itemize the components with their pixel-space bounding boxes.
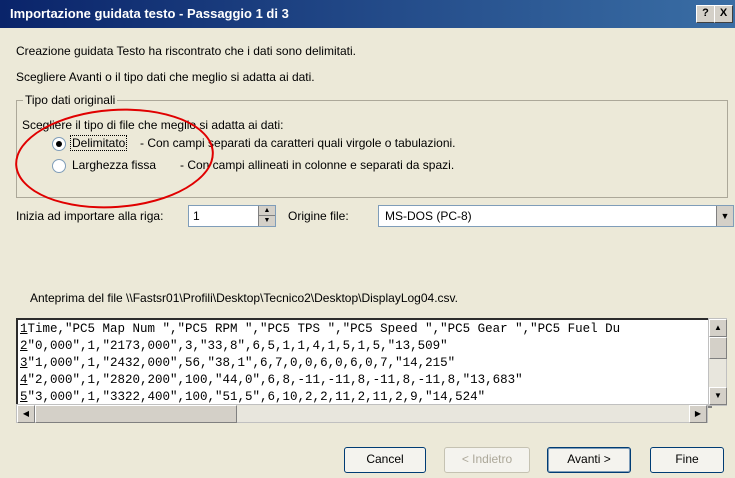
next-button[interactable]: Avanti > xyxy=(547,447,631,473)
preview-row: 3"1,000",1,"2432,000",56,"38,1",6,7,0,0,… xyxy=(20,356,706,370)
cancel-button[interactable]: Cancel xyxy=(344,447,426,473)
row-text: "0,000",1,"2173,000",3,"33,8",6,5,1,1,4,… xyxy=(27,339,448,353)
scroll-right-icon[interactable]: ▶ xyxy=(689,405,707,423)
row-text: "3,000",1,"3322,400",100,"51,5",6,10,2,2… xyxy=(27,390,486,404)
preview-row: 4"2,000",1,"2820,200",100,"44,0",6,8,-11… xyxy=(20,373,706,387)
row-number: 1 xyxy=(20,322,28,336)
vertical-scrollbar[interactable]: ▲ ▼ xyxy=(708,318,727,406)
finish-button[interactable]: Fine xyxy=(650,447,724,473)
intro-text-2: Scegliere Avanti o il tipo dati che megl… xyxy=(16,70,315,84)
row-number: 4 xyxy=(20,373,28,387)
intro-text-1: Creazione guidata Testo ha riscontrato c… xyxy=(16,44,356,58)
row-text: "1,000",1,"2432,000",56,"38,1",6,7,0,0,6… xyxy=(27,356,456,370)
preview-label: Anteprima del file \\Fastsr01\Profili\De… xyxy=(30,291,458,305)
spin-down-icon[interactable]: ▼ xyxy=(259,216,275,225)
spin-up-icon[interactable]: ▲ xyxy=(259,206,275,216)
origin-label: Origine file: xyxy=(288,209,349,223)
back-button[interactable]: < Indietro xyxy=(444,447,530,473)
file-preview[interactable]: 1Time,"PC5 Map Num ","PC5 RPM ","PC5 TPS… xyxy=(16,318,712,408)
spinner-buttons[interactable]: ▲ ▼ xyxy=(258,206,275,226)
hscroll-thumb[interactable] xyxy=(35,405,237,423)
start-row-spinner[interactable]: 1 ▲ ▼ xyxy=(188,205,276,227)
row-text: "2,000",1,"2820,200",100,"44,0",6,8,-11,… xyxy=(27,373,523,387)
preview-row: 1Time,"PC5 Map Num ","PC5 RPM ","PC5 TPS… xyxy=(20,322,706,336)
origin-select[interactable]: MS-DOS (PC-8) ▼ xyxy=(378,205,734,227)
start-row-value[interactable]: 1 xyxy=(193,209,200,223)
help-button[interactable]: ? xyxy=(696,5,715,23)
scroll-down-icon[interactable]: ▼ xyxy=(709,387,727,405)
scroll-up-icon[interactable]: ▲ xyxy=(709,319,727,337)
row-number: 2 xyxy=(20,339,28,353)
start-row-label: Inizia ad importare alla riga: xyxy=(16,209,164,223)
row-text: Time,"PC5 Map Num ","PC5 RPM ","PC5 TPS … xyxy=(27,322,621,336)
horizontal-scrollbar[interactable]: ◀ ▶ xyxy=(16,404,708,423)
fixed-width-description: - Con campi allineati in colonne e separ… xyxy=(180,158,455,172)
chevron-down-icon[interactable]: ▼ xyxy=(716,206,733,226)
row-number: 3 xyxy=(20,356,28,370)
row-number: 5 xyxy=(20,390,28,404)
title-bar: Importazione guidata testo - Passaggio 1… xyxy=(0,0,735,28)
window-title: Importazione guidata testo - Passaggio 1… xyxy=(10,6,289,21)
preview-row: 5"3,000",1,"3322,400",100,"51,5",6,10,2,… xyxy=(20,390,706,404)
group-legend: Tipo dati originali xyxy=(23,93,118,107)
scroll-thumb[interactable] xyxy=(709,337,727,359)
preview-row: 2"0,000",1,"2173,000",3,"33,8",6,5,1,1,4… xyxy=(20,339,706,353)
close-button[interactable]: X xyxy=(714,5,733,23)
origin-value[interactable]: MS-DOS (PC-8) xyxy=(385,209,472,223)
scroll-left-icon[interactable]: ◀ xyxy=(17,405,35,423)
